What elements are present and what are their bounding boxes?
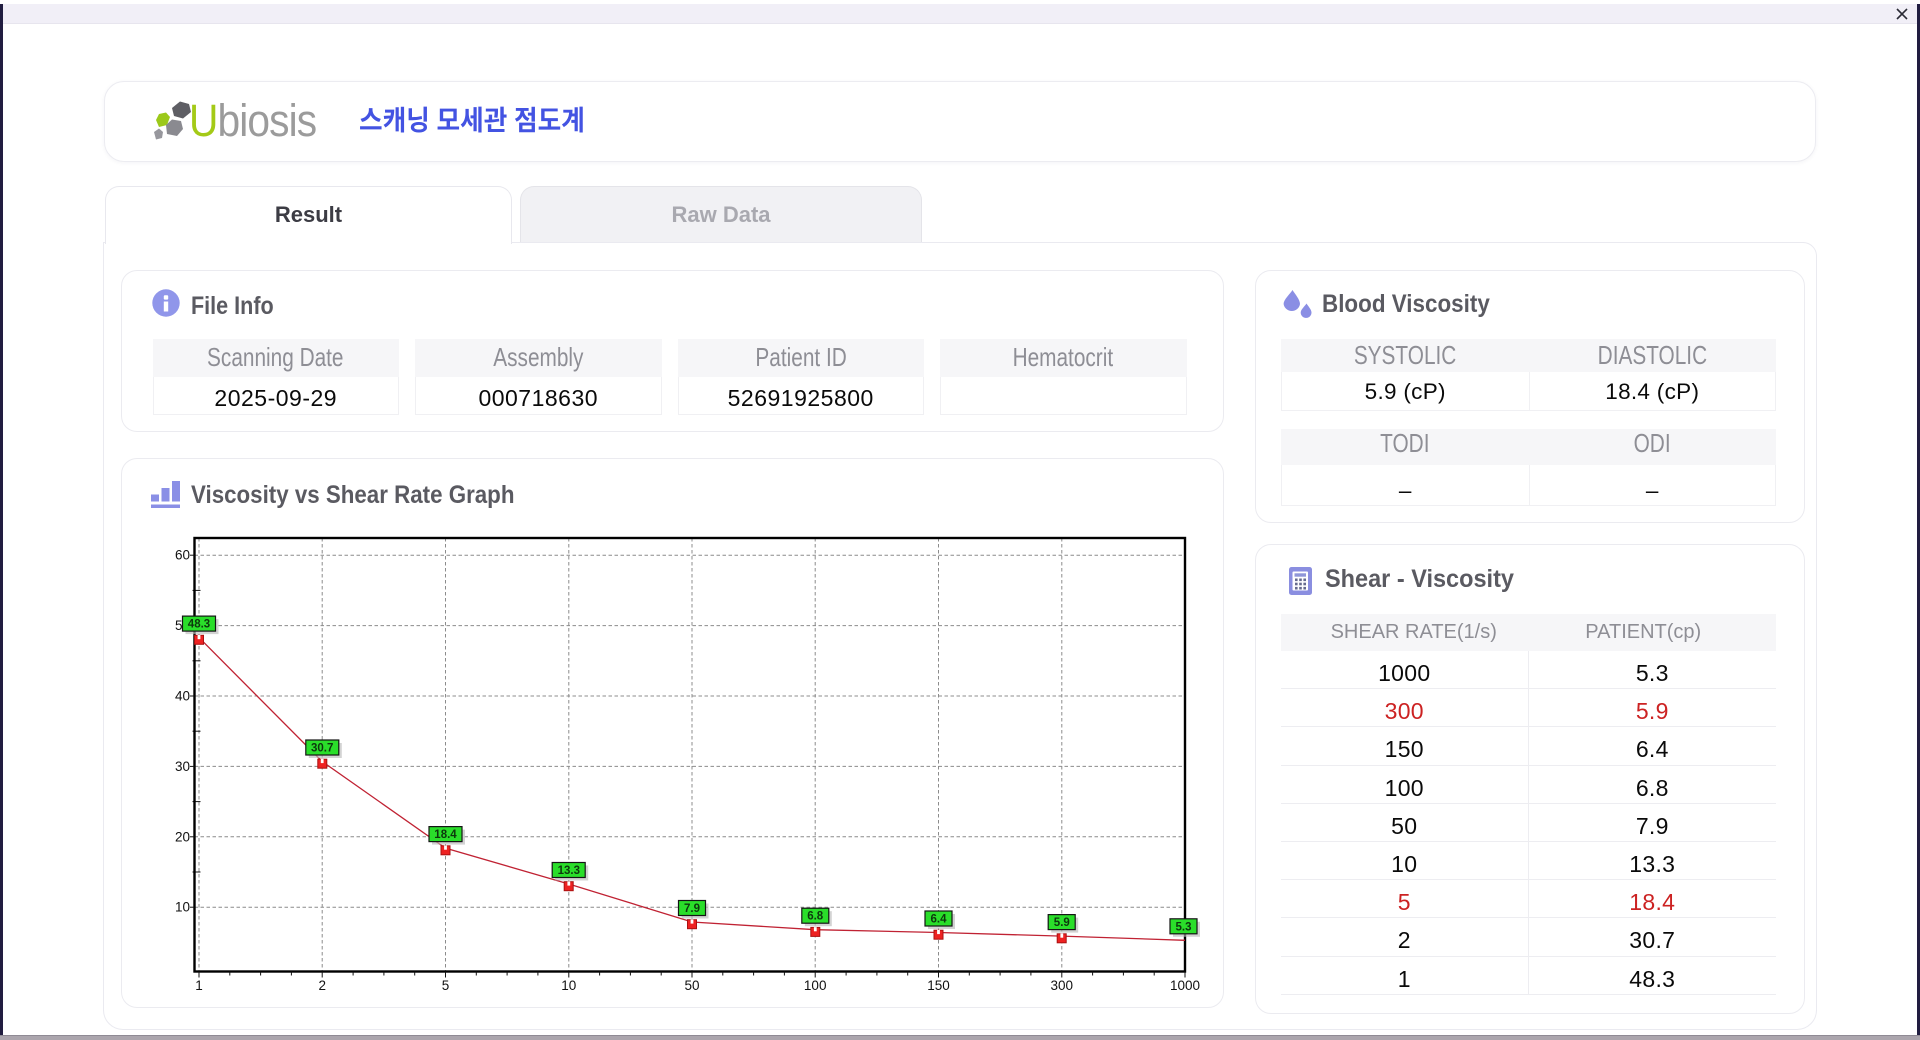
svg-text:5: 5 — [442, 978, 450, 993]
svg-text:5.3: 5.3 — [1176, 921, 1192, 933]
svg-text:20: 20 — [175, 829, 190, 844]
svg-text:30.7: 30.7 — [311, 743, 333, 755]
svg-text:1000: 1000 — [1170, 978, 1200, 993]
svg-text:18.4: 18.4 — [434, 829, 457, 841]
svg-text:6.4: 6.4 — [931, 914, 948, 926]
svg-text:7.9: 7.9 — [684, 903, 700, 915]
svg-text:48.3: 48.3 — [188, 619, 210, 631]
svg-text:1: 1 — [195, 978, 203, 993]
svg-text:150: 150 — [927, 978, 950, 993]
svg-text:60: 60 — [175, 548, 190, 563]
svg-text:6.8: 6.8 — [807, 911, 824, 923]
svg-text:13.3: 13.3 — [558, 865, 580, 877]
svg-text:40: 40 — [175, 689, 190, 704]
svg-text:10: 10 — [175, 900, 190, 915]
svg-text:30: 30 — [175, 759, 190, 774]
svg-text:2: 2 — [318, 978, 326, 993]
svg-text:300: 300 — [1051, 978, 1074, 993]
svg-text:5.9: 5.9 — [1054, 917, 1070, 929]
svg-text:50: 50 — [684, 978, 699, 993]
svg-text:10: 10 — [561, 978, 576, 993]
svg-text:100: 100 — [804, 978, 827, 993]
